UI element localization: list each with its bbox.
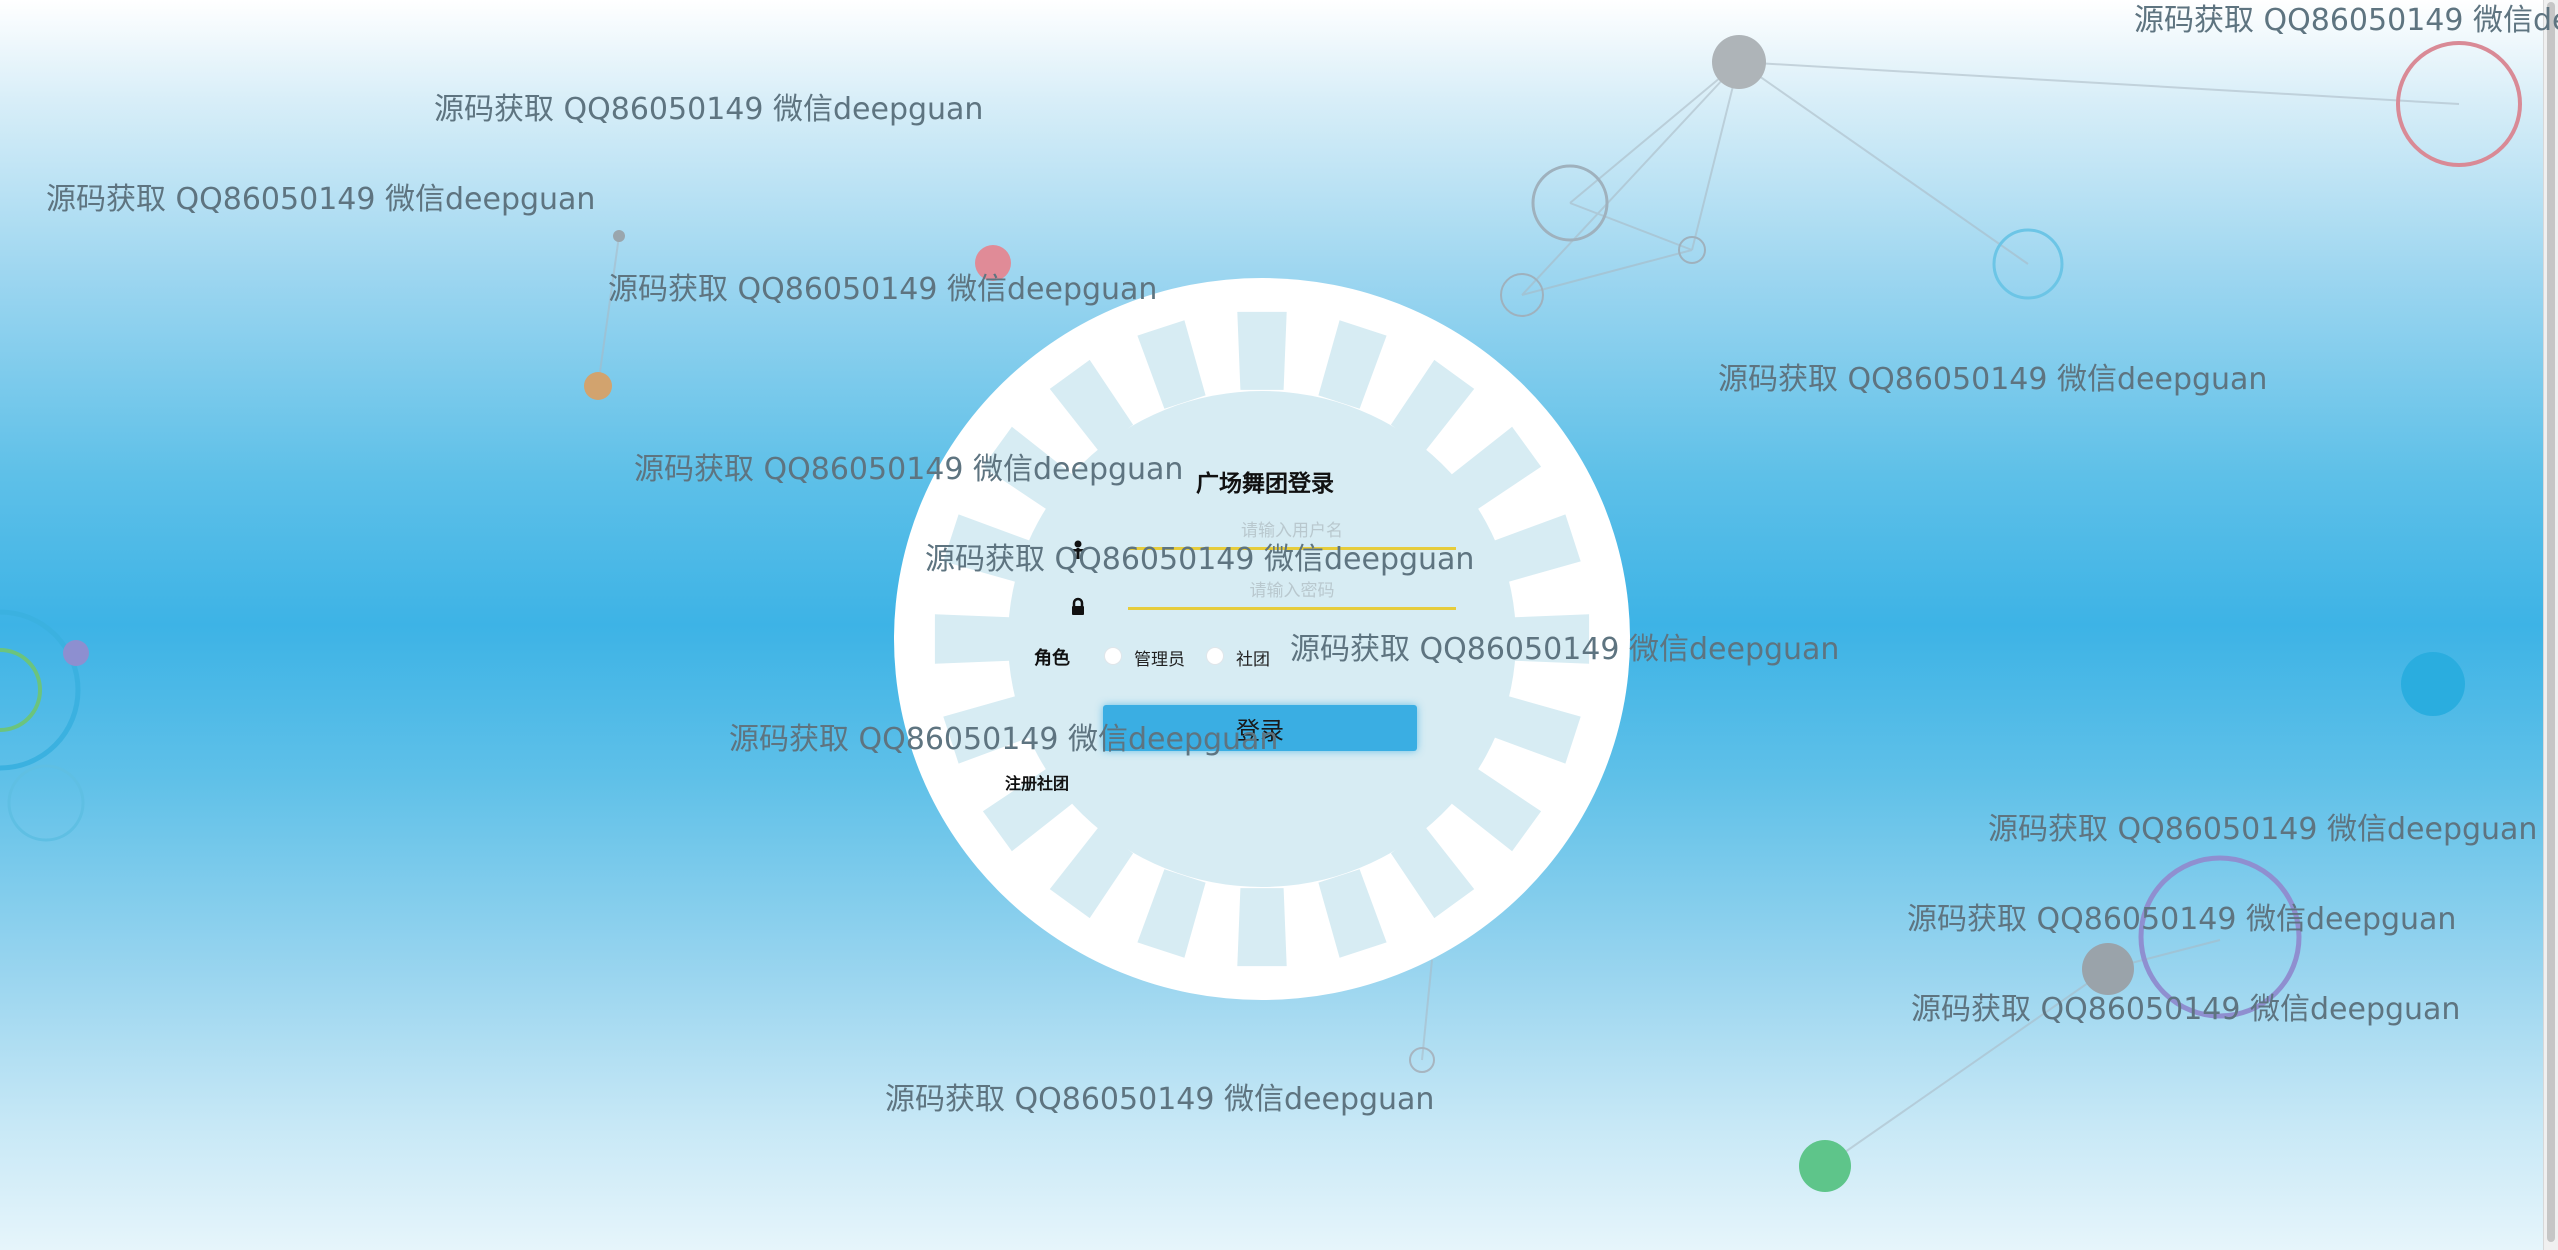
watermark-text-truncated: 源码获取 QQ86050149 微信de — [2134, 3, 2558, 38]
watermark-text: 源码获取 QQ86050149 微信deepguan — [1907, 902, 2457, 937]
watermark-text: 源码获取 QQ86050149 微信deepguan — [925, 542, 1475, 577]
particle-dot — [1712, 35, 1766, 89]
network-line — [1569, 202, 1693, 251]
login-page: 广场舞团登录 角色 管理员 社团 登录 注册社团 源码获取 QQ86050149… — [0, 0, 2558, 1250]
particle-dot — [584, 372, 612, 400]
watermark-text: 源码获取 QQ86050149 微信deepguan — [1911, 992, 2461, 1027]
login-title: 广场舞团登录 — [1196, 471, 1334, 497]
role-radio-admin[interactable] — [1104, 647, 1122, 665]
password-input[interactable] — [1128, 575, 1456, 610]
particle-ring — [7, 764, 85, 842]
watermark-text: 源码获取 QQ86050149 微信deepguan — [608, 272, 1158, 307]
lock-icon — [1072, 597, 1084, 615]
network-line — [1569, 61, 1740, 204]
vertical-scrollbar[interactable] — [2543, 0, 2558, 1250]
particle-dot — [2401, 652, 2465, 716]
network-line — [1691, 61, 1740, 251]
role-label: 角色 — [1034, 648, 1070, 669]
particle-dot — [1799, 1140, 1851, 1192]
watermark-text: 源码获取 QQ86050149 微信deepguan — [46, 182, 596, 217]
particle-ring — [0, 648, 42, 732]
watermark-text: 源码获取 QQ86050149 微信deepguan — [1290, 632, 1840, 667]
network-line — [1521, 61, 1740, 296]
gear-tooth — [934, 614, 1013, 664]
watermark-text: 源码获取 QQ86050149 微信deepguan — [885, 1082, 1435, 1117]
particle-dot — [63, 640, 89, 666]
watermark-text: 源码获取 QQ86050149 微信deepguan — [1988, 812, 2538, 847]
role-label-admin: 管理员 — [1134, 650, 1185, 670]
gear-tooth — [1237, 311, 1287, 390]
watermark-text: 源码获取 QQ86050149 微信deepguan — [634, 452, 1184, 487]
register-club-link[interactable]: 注册社团 — [1005, 770, 1069, 794]
network-line — [597, 235, 620, 387]
watermark-text: 源码获取 QQ86050149 微信deepguan — [729, 722, 1279, 757]
watermark-text: 源码获取 QQ86050149 微信deepguan — [1718, 362, 2268, 397]
network-line — [1738, 61, 2029, 265]
particle-dot — [613, 230, 625, 242]
role-label-club: 社团 — [1236, 650, 1270, 670]
role-radio-club[interactable] — [1206, 647, 1224, 665]
scrollbar-thumb[interactable] — [2547, 2, 2555, 1242]
gear-tooth — [1237, 888, 1287, 967]
watermark-text: 源码获取 QQ86050149 微信deepguan — [434, 92, 984, 127]
network-line — [1738, 61, 2460, 105]
particle-dot — [2082, 943, 2134, 995]
